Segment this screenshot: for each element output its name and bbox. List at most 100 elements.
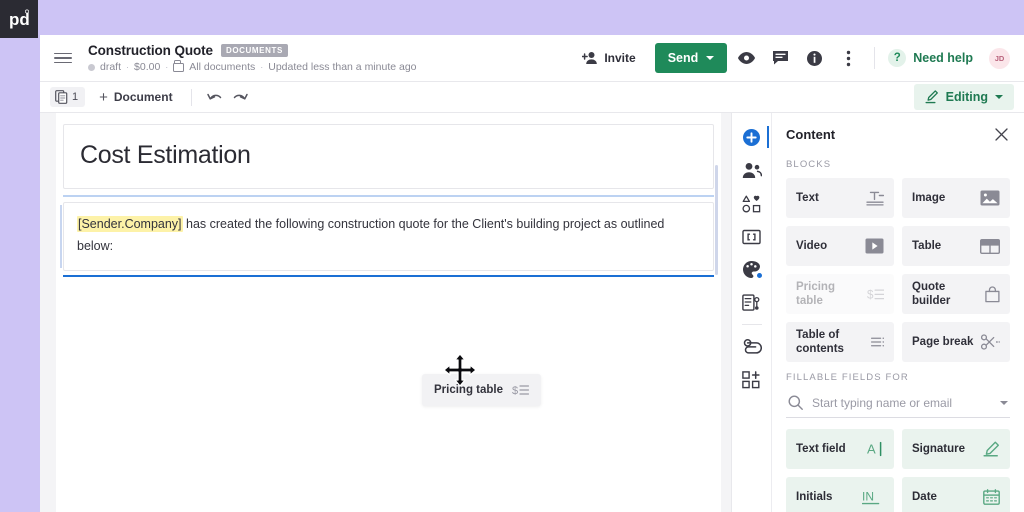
document-heading: Cost Estimation [80, 141, 251, 169]
block-tile-table[interactable]: Table [902, 226, 1010, 266]
chevron-down-icon [706, 56, 715, 60]
block-tile-text[interactable]: Text [786, 178, 894, 218]
drop-indicator [63, 274, 714, 278]
move-cursor [440, 351, 480, 391]
pages-icon [55, 90, 68, 104]
editor-body: Cost Estimation [Sender.Company] has cre… [40, 113, 1024, 512]
status-dot-icon [88, 63, 95, 71]
editing-label: Editing [945, 90, 988, 104]
send-button[interactable]: Send [654, 43, 728, 73]
block-tile-table-of-contents[interactable]: Table of contents [786, 322, 894, 362]
folder-name[interactable]: All documents [189, 61, 255, 73]
add-document-button[interactable]: + Document [91, 86, 180, 109]
comment-icon[interactable] [765, 43, 795, 73]
panel-body: BLOCKS Text Image Video Table Pricing ta… [772, 149, 1024, 512]
document-page: Cost Estimation [Sender.Company] has cre… [56, 113, 721, 512]
block-tile-pricing-table[interactable]: Pricing table $ [786, 274, 894, 314]
preview-eye-icon[interactable] [731, 43, 761, 73]
send-label: Send [667, 51, 699, 65]
search-input[interactable] [812, 395, 991, 410]
field-tile-date[interactable]: Date [902, 477, 1010, 512]
scissors-icon [981, 334, 1000, 350]
meta-sep: · [260, 62, 264, 72]
rail-item-workflow[interactable] [736, 287, 768, 318]
block-label: Pricing table [796, 280, 835, 307]
block-tile-video[interactable]: Video [786, 226, 894, 266]
toolbar-divider [874, 47, 876, 69]
more-vertical-icon[interactable] [833, 43, 863, 73]
rail-item-theme[interactable] [736, 254, 768, 285]
question-mark-icon: ? [888, 49, 907, 67]
text-field-icon: A [867, 442, 882, 457]
document-subline: draft · $0.00 · All documents · Updated … [88, 60, 571, 73]
recipient-search-row [786, 391, 1010, 418]
field-label: Initials [796, 490, 833, 503]
add-block-icon [742, 370, 760, 388]
chevron-down-icon [995, 95, 1003, 99]
redo-icon[interactable] [228, 86, 254, 108]
block-tile-quote-builder[interactable]: Quote builder [902, 274, 1010, 314]
block-label: Page break [912, 335, 974, 348]
need-help-button[interactable]: ? Need help [886, 45, 975, 71]
svg-text:$: $ [512, 385, 518, 397]
field-label: Signature [912, 442, 966, 455]
heading-block[interactable]: Cost Estimation [63, 124, 714, 189]
rail-item-add-content[interactable] [736, 122, 769, 153]
svg-text:IN: IN [862, 490, 874, 504]
theme-badge [755, 272, 763, 279]
field-tile-initials[interactable]: Initials IN [786, 477, 894, 512]
avatar[interactable]: JD [989, 47, 1010, 69]
rail-item-add-block[interactable] [736, 364, 768, 395]
page-title: Construction Quote [88, 43, 213, 58]
editor-toolbar: 1 + Document Editing [40, 82, 1024, 113]
search-icon [788, 395, 803, 410]
meta-sep: · [126, 62, 130, 72]
chevron-down-icon[interactable] [1000, 400, 1008, 405]
invite-button[interactable]: Invite [571, 44, 647, 72]
block-tile-page-break[interactable]: Page break [902, 322, 1010, 362]
pricing-table-icon: $ [867, 289, 884, 301]
merge-token[interactable]: [Sender.Company] [77, 216, 183, 232]
rail-divider [741, 324, 762, 325]
rail-item-recipients[interactable] [736, 155, 768, 186]
folder-icon [173, 60, 185, 72]
pencil-underline-icon [925, 90, 938, 104]
need-help-label: Need help [913, 51, 973, 65]
block-label: Video [796, 239, 828, 252]
page-scrollbar[interactable] [715, 165, 718, 275]
top-actions: Invite Send ? Need help JD [571, 43, 1010, 73]
templates-icon [741, 195, 760, 212]
hamburger-icon[interactable] [50, 45, 76, 71]
field-tile-signature[interactable]: Signature [902, 429, 1010, 469]
meta-sep: · [165, 62, 169, 72]
status-badge: draft [100, 61, 122, 73]
editing-mode-button[interactable]: Editing [913, 84, 1014, 110]
rail-item-attachments[interactable] [736, 331, 768, 362]
rail-active-indicator [766, 126, 769, 148]
invite-label: Invite [604, 51, 636, 65]
signature-icon [983, 441, 999, 457]
close-icon[interactable] [992, 125, 1010, 143]
pandadoc-logo: pd [0, 0, 38, 38]
paragraph-block[interactable]: [Sender.Company] has created the followi… [60, 202, 714, 271]
toolbar-divider [190, 88, 192, 106]
info-icon[interactable] [799, 43, 829, 73]
rail-item-variables[interactable] [736, 221, 768, 252]
top-bar: Construction Quote DOCUMENTS draft · $0.… [40, 35, 1024, 82]
blocks-section-label: BLOCKS [786, 159, 832, 170]
block-label: Text [796, 191, 819, 204]
page-count-button[interactable]: 1 [50, 87, 86, 107]
block-label: Table of contents [796, 328, 844, 355]
svg-text:A: A [867, 442, 876, 457]
rail-item-templates[interactable] [736, 188, 768, 219]
field-tile-text-field[interactable]: Text field A [786, 429, 894, 469]
calendar-icon [983, 489, 1000, 505]
text-icon [866, 191, 884, 206]
app-window: Construction Quote DOCUMENTS draft · $0.… [40, 35, 1024, 512]
blocks-grid: Text Image Video Table Pricing table $ Q… [786, 178, 1010, 362]
toc-icon [870, 337, 884, 347]
undo-icon[interactable] [202, 86, 228, 108]
block-tile-image[interactable]: Image [902, 178, 1010, 218]
fillable-fields-grid: Text field A Signature Initials IN Date [786, 429, 1010, 512]
field-label: Text field [796, 442, 846, 455]
